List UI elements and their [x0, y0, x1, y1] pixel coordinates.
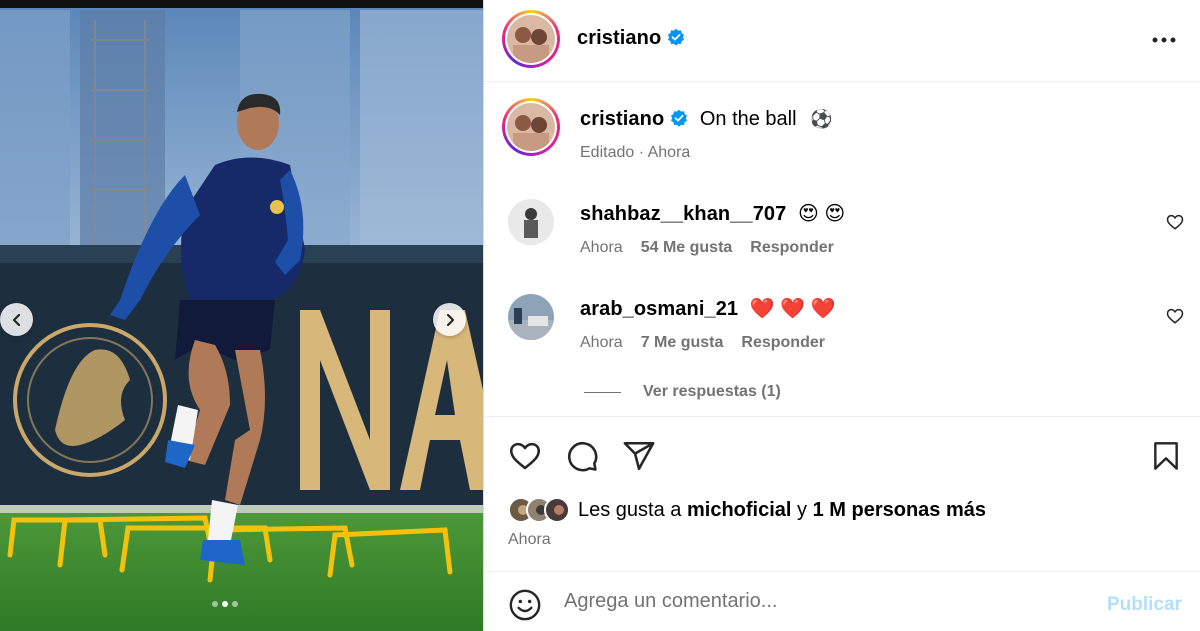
post-side-panel: cristiano cristiano On the ball ⚽ Editad…: [483, 0, 1200, 631]
likes-text: Les gusta a michoficial y 1 M personas m…: [578, 499, 986, 522]
liker-username[interactable]: michoficial: [687, 499, 791, 521]
comment-time: Ahora: [580, 334, 623, 351]
publish-button[interactable]: Publicar: [1107, 594, 1182, 616]
chevron-right-icon: [446, 313, 454, 326]
likes-prefix: Les gusta a: [578, 498, 682, 521]
author-avatar[interactable]: [502, 10, 560, 68]
comment-likes-count[interactable]: 7 Me gusta: [641, 334, 724, 352]
commenter-avatar[interactable]: [508, 199, 554, 245]
caption-text: On the ball: [699, 108, 797, 130]
comment-input[interactable]: [564, 584, 1084, 618]
comment-item: shahbaz__khan__707 😍 😍 Ahora 54 Me gusta…: [484, 195, 1200, 275]
commenter-avatar[interactable]: [508, 294, 554, 340]
comment-meta: Ahora 54 Me gusta Responder: [580, 239, 834, 257]
verified-badge-icon: [670, 109, 688, 133]
comment-username[interactable]: arab_osmani_21: [580, 298, 738, 320]
caption: cristiano On the ball ⚽ Editado · Ahora: [484, 98, 1200, 168]
comment-reply-button[interactable]: Responder: [741, 334, 825, 352]
chevron-left-icon: [12, 313, 20, 326]
author-username[interactable]: cristiano: [577, 27, 661, 49]
comment-meta: Ahora 7 Me gusta Responder: [580, 334, 825, 352]
view-replies-button[interactable]: Ver respuestas (1): [584, 383, 781, 401]
caption-meta: Editado · Ahora: [580, 144, 691, 161]
comment-bubble-icon[interactable]: [565, 439, 599, 473]
caption-username[interactable]: cristiano: [580, 108, 664, 130]
comment-text: ❤️ ❤️ ❤️: [749, 298, 836, 320]
like-heart-icon[interactable]: [508, 439, 542, 473]
verified-badge-icon: [667, 28, 685, 51]
view-replies-label: Ver respuestas (1): [643, 383, 781, 400]
comment-item: arab_osmani_21 ❤️ ❤️ ❤️ Ahora 7 Me gusta…: [484, 290, 1200, 370]
comment-likes-count[interactable]: 54 Me gusta: [641, 239, 733, 257]
more-options-button[interactable]: [1148, 24, 1180, 56]
carousel-dot: [232, 601, 238, 607]
post-photo: [0, 0, 483, 631]
comment-time: Ahora: [580, 239, 623, 256]
caption-author-avatar[interactable]: [502, 98, 560, 156]
comment-reply-button[interactable]: Responder: [750, 239, 834, 257]
caption-emoji: ⚽: [810, 109, 833, 129]
liker-avatar: [544, 497, 570, 523]
replies-divider: [584, 391, 621, 393]
next-image-button[interactable]: [433, 303, 466, 336]
likes-joiner: y: [797, 498, 808, 521]
previous-image-button[interactable]: [0, 303, 33, 336]
like-comment-heart-icon[interactable]: [1166, 213, 1184, 231]
carousel-dot: [222, 601, 228, 607]
post-actions: Les gusta a michoficial y 1 M personas m…: [484, 416, 1200, 571]
post-timestamp[interactable]: Ahora: [508, 531, 551, 549]
post-media[interactable]: [0, 0, 483, 631]
carousel-dot: [212, 601, 218, 607]
likes-count-link[interactable]: 1 M personas más: [813, 499, 986, 521]
save-bookmark-icon[interactable]: [1150, 439, 1182, 473]
likes-summary: Les gusta a michoficial y 1 M personas m…: [508, 495, 986, 525]
comment-composer: Publicar: [484, 571, 1200, 631]
share-send-icon[interactable]: [622, 439, 656, 473]
comment-text: 😍 😍: [797, 203, 846, 225]
carousel-indicator: [212, 601, 238, 607]
post-header: cristiano: [484, 0, 1200, 82]
more-horizontal-icon: [1152, 37, 1176, 43]
comment-username[interactable]: shahbaz__khan__707: [580, 203, 786, 225]
emoji-smiley-icon[interactable]: [508, 588, 542, 622]
like-comment-heart-icon[interactable]: [1166, 307, 1184, 325]
